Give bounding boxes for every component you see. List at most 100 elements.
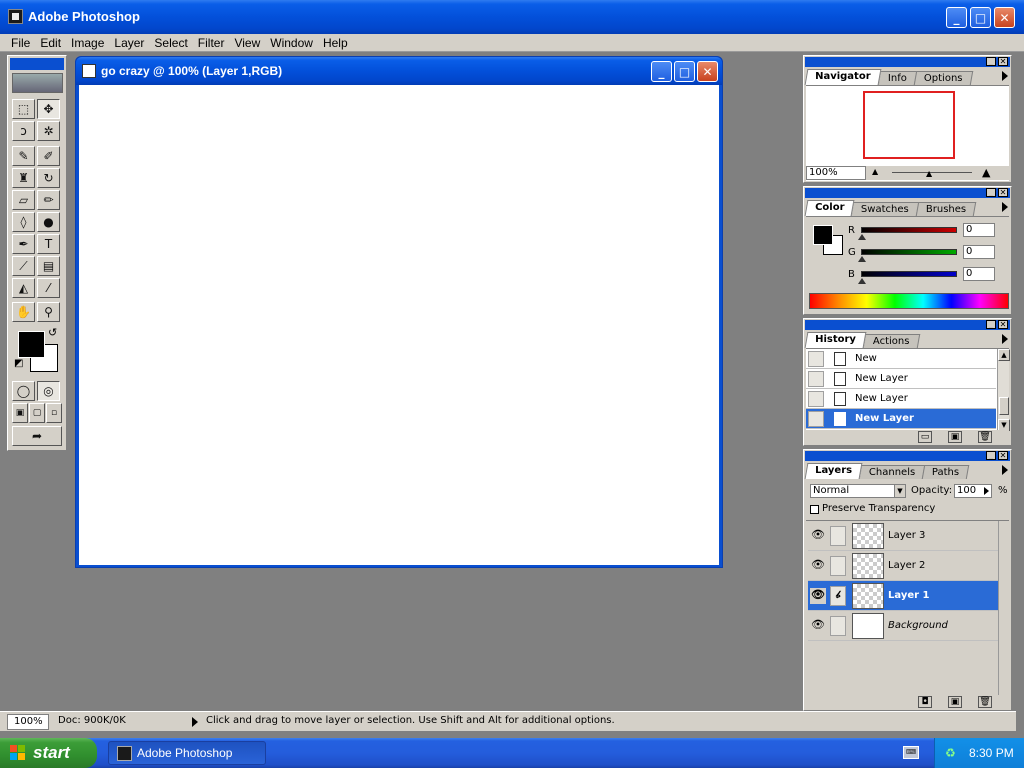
default-colors-icon[interactable]: ◩ <box>14 358 23 369</box>
history-item[interactable]: New <box>806 349 996 369</box>
tab-history[interactable]: History <box>804 332 867 348</box>
marquee-tool-button[interactable]: ⬚ <box>12 99 35 119</box>
history-snapshot-checkbox[interactable] <box>808 391 824 407</box>
new-snapshot-icon[interactable]: ▣ <box>948 431 962 443</box>
layer-row-layer-2[interactable]: 👁 Layer 2 <box>808 551 998 581</box>
photoshop-app-icon[interactable] <box>8 9 23 24</box>
doc-maximize-button[interactable]: □ <box>674 61 695 82</box>
blur-tool-button[interactable]: ◊ <box>12 212 35 232</box>
channel-g-slider[interactable] <box>861 249 957 255</box>
color-minimize-button[interactable]: _ <box>986 188 996 197</box>
color-foreground-swatch[interactable] <box>813 225 833 245</box>
paintbrush-icon[interactable]: 𝒷 <box>830 586 846 606</box>
pencil-tool-button[interactable]: ✏ <box>37 190 60 210</box>
chevron-down-icon[interactable]: ▼ <box>894 485 905 497</box>
history-snapshot-checkbox[interactable] <box>808 371 824 387</box>
history-item[interactable]: New Layer <box>806 389 996 409</box>
tab-channels[interactable]: Channels <box>858 465 926 479</box>
layer-link-box[interactable] <box>830 616 846 636</box>
tab-swatches[interactable]: Swatches <box>851 202 920 216</box>
preserve-transparency-checkbox[interactable] <box>810 505 819 514</box>
channel-g-thumb[interactable] <box>858 256 866 262</box>
magic-wand-tool-button[interactable]: ✲ <box>37 121 60 141</box>
navigator-minimize-button[interactable]: _ <box>986 57 996 66</box>
standard-screen-mode-button[interactable]: ▣ <box>12 403 28 423</box>
document-icon[interactable] <box>82 64 96 78</box>
menu-filter[interactable]: Filter <box>193 36 230 50</box>
navigator-palette-titlebar[interactable] <box>805 57 1010 67</box>
eye-icon[interactable]: 👁 <box>810 618 826 634</box>
layer-row-layer-3[interactable]: 👁 Layer 3 <box>808 521 998 551</box>
eraser-tool-button[interactable]: ▱ <box>12 190 35 210</box>
zoom-out-icon[interactable]: ▲ <box>872 167 878 176</box>
channel-b-slider[interactable] <box>861 271 957 277</box>
history-minimize-button[interactable]: _ <box>986 320 996 329</box>
color-close-button[interactable]: ✕ <box>998 188 1008 197</box>
measure-tool-button[interactable]: ⟋ <box>12 256 35 276</box>
layer-link-box[interactable] <box>830 526 846 546</box>
standard-mode-button[interactable]: ◯ <box>12 381 35 401</box>
taskbar-item-photoshop[interactable]: Adobe Photoshop <box>108 741 266 765</box>
full-screen-menu-mode-button[interactable]: ▢ <box>29 403 45 423</box>
layers-minimize-button[interactable]: _ <box>986 451 996 460</box>
paint-bucket-tool-button[interactable]: ◭ <box>12 278 35 298</box>
rubber-stamp-tool-button[interactable]: ♜ <box>12 168 35 188</box>
color-menu-arrow-icon[interactable] <box>1002 202 1008 212</box>
maximize-button[interactable]: □ <box>970 7 991 28</box>
move-tool-button[interactable]: ✥ <box>37 99 60 119</box>
eye-icon[interactable]: 👁 <box>810 528 826 544</box>
history-scrollbar[interactable]: ▲ ▼ <box>997 349 1010 431</box>
start-button[interactable]: start <box>0 738 97 768</box>
document-titlebar[interactable]: go crazy @ 100% (Layer 1,RGB) _ □ ✕ <box>76 57 722 85</box>
layers-menu-arrow-icon[interactable] <box>1002 465 1008 475</box>
clock[interactable]: 8:30 PM <box>969 746 1014 760</box>
layers-close-button[interactable]: ✕ <box>998 451 1008 460</box>
add-layer-mask-icon[interactable]: ◘ <box>918 696 932 708</box>
eye-icon[interactable]: 👁 <box>810 588 826 604</box>
channel-r-slider[interactable] <box>861 227 957 233</box>
type-tool-button[interactable]: T <box>37 234 60 254</box>
menu-edit[interactable]: Edit <box>35 36 66 50</box>
channel-g-value[interactable]: 0 <box>963 245 995 259</box>
channel-b-value[interactable]: 0 <box>963 267 995 281</box>
jump-to-imageready-button[interactable]: ➦ <box>12 426 62 446</box>
history-palette-titlebar[interactable] <box>805 320 1010 330</box>
new-document-from-state-icon[interactable]: ▭ <box>918 431 932 443</box>
gradient-tool-button[interactable]: ▤ <box>37 256 60 276</box>
status-zoom-field[interactable]: 100% <box>7 714 49 730</box>
eye-icon[interactable]: 👁 <box>810 558 826 574</box>
tab-layers[interactable]: Layers <box>804 463 863 479</box>
tab-info[interactable]: Info <box>877 71 917 85</box>
color-ramp[interactable] <box>809 293 1009 309</box>
app-titlebar[interactable]: Adobe Photoshop _ □ ✕ <box>0 0 1024 34</box>
history-item[interactable]: New Layer <box>806 369 996 389</box>
airbrush-tool-button[interactable]: ✎ <box>12 146 35 166</box>
menu-view[interactable]: View <box>229 36 265 50</box>
toolbox-logo[interactable] <box>12 73 63 93</box>
keyboard-icon[interactable]: ⌨ <box>903 746 919 759</box>
history-snapshot-checkbox[interactable] <box>808 411 824 427</box>
status-menu-arrow-icon[interactable] <box>192 717 198 727</box>
menu-select[interactable]: Select <box>149 36 192 50</box>
navigator-slider-thumb[interactable]: ▲ <box>926 169 932 178</box>
document-canvas[interactable] <box>79 85 719 565</box>
blend-mode-select[interactable]: Normal ▼ <box>810 484 906 498</box>
history-menu-arrow-icon[interactable] <box>1002 334 1008 344</box>
quick-mask-mode-button[interactable]: ◎ <box>37 381 60 401</box>
tray-app-icon[interactable]: ♻ <box>945 746 959 760</box>
lasso-tool-button[interactable]: ↄ <box>12 121 35 141</box>
delete-state-icon[interactable]: 🗑 <box>978 431 992 443</box>
layer-row-background[interactable]: 👁 Background <box>808 611 998 641</box>
paintbrush-tool-button[interactable]: ✐ <box>37 146 60 166</box>
tab-color[interactable]: Color <box>804 200 855 216</box>
full-screen-mode-button[interactable]: ▫ <box>46 403 62 423</box>
navigator-preview[interactable] <box>863 91 955 159</box>
navigator-menu-arrow-icon[interactable] <box>1002 71 1008 81</box>
tab-navigator[interactable]: Navigator <box>804 69 881 85</box>
opacity-arrow-icon[interactable] <box>984 487 989 495</box>
navigator-close-button[interactable]: ✕ <box>998 57 1008 66</box>
layers-scrollbar[interactable] <box>998 521 1009 695</box>
close-button[interactable]: ✕ <box>994 7 1015 28</box>
swap-colors-icon[interactable]: ↺ <box>48 326 57 339</box>
menu-help[interactable]: Help <box>318 36 353 50</box>
